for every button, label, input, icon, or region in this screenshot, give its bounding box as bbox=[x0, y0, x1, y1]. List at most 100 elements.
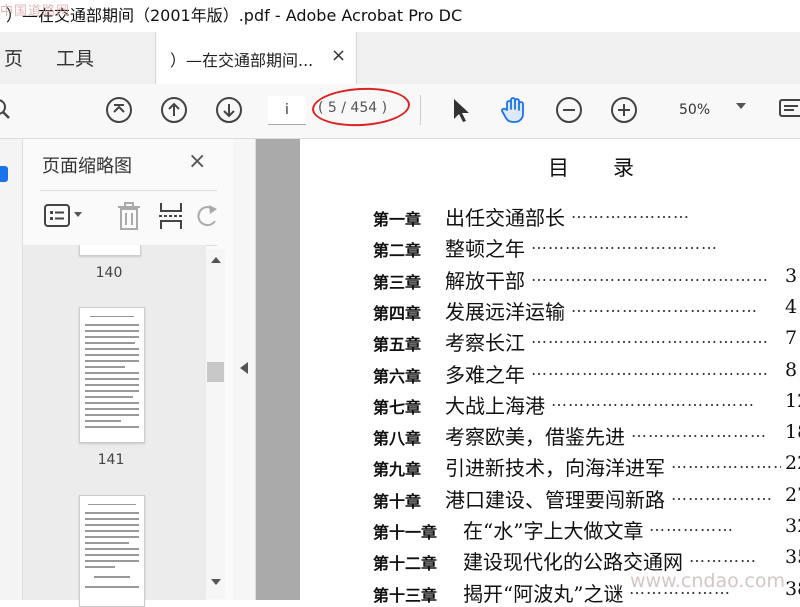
thumbnail-page-142[interactable] bbox=[79, 495, 145, 607]
toc-page-number: 27 bbox=[785, 483, 800, 506]
navigation-strip bbox=[0, 139, 23, 600]
toc-chapter-title: 大战上海港 bbox=[445, 393, 545, 418]
toc-leader: ………………… bbox=[671, 453, 781, 473]
zoom-dropdown-icon[interactable] bbox=[736, 103, 746, 109]
toc-chapter-number: 第七章 bbox=[373, 397, 422, 417]
toc-chapter-title: 揭开“阿波丸”之谜 bbox=[463, 581, 624, 606]
toc-entry[interactable]: 第九章 引进新技术，向海洋进军 …………………22 bbox=[373, 451, 800, 481]
toc-chapter-number: 第五章 bbox=[373, 335, 422, 355]
toc-page-number: 12 bbox=[785, 389, 800, 412]
toc-entry[interactable]: 第六章 多难之年 …………………………………… 8 bbox=[373, 358, 800, 388]
toc-entry[interactable]: 第十一章 在“水”字上大做文章 …………… 32 bbox=[373, 514, 800, 544]
toc-chapter-title: 港口建设、管理要闯新路 bbox=[445, 487, 665, 512]
thumbnail-label: 140 bbox=[95, 265, 123, 281]
window-title: ）—在交通部期间（2001年版）.pdf - Adobe Acrobat Pro… bbox=[6, 6, 463, 25]
toc-leader: ………………… bbox=[571, 203, 690, 222]
thumbnails-list: 140 141 bbox=[23, 245, 206, 607]
toc-leader: …………………………… bbox=[571, 296, 758, 316]
toc-entry[interactable]: 第七章 大战上海港 ……………………………… 12 bbox=[373, 389, 800, 419]
toc-page-number: 32 bbox=[785, 515, 800, 537]
scroll-down-icon[interactable] bbox=[211, 579, 221, 585]
toc-chapter-number: 第六章 bbox=[373, 366, 422, 386]
thumbnail-page-140[interactable] bbox=[79, 245, 141, 256]
toc-entry[interactable]: 第八章 考察欧美，借鉴先进 …………………… 18 bbox=[373, 420, 800, 450]
toc-page-number: 8 bbox=[785, 358, 798, 381]
zoom-select[interactable]: 50% bbox=[670, 96, 750, 124]
toc-chapter-title: 发展远洋运输 bbox=[445, 299, 565, 324]
tab-document-label: ）—在交通部期间... bbox=[170, 51, 314, 70]
toolbar-divider bbox=[420, 95, 421, 125]
options-dropdown-icon[interactable] bbox=[74, 212, 82, 217]
toc-page-number: 38 bbox=[785, 577, 800, 600]
toc-chapter-title: 多难之年 bbox=[445, 362, 525, 387]
comment-icon[interactable] bbox=[776, 95, 800, 125]
toc-leader: …………………………………… bbox=[531, 359, 769, 379]
tab-close-icon[interactable]: × bbox=[331, 45, 346, 66]
toc-chapter-number: 第十二章 bbox=[373, 554, 438, 574]
toc-page-number: 4 bbox=[785, 295, 798, 318]
toc-entry[interactable]: 第五章 考察长江 …………………………………… 7 bbox=[373, 326, 800, 356]
next-page-icon[interactable] bbox=[214, 95, 244, 125]
hand-tool-icon[interactable] bbox=[499, 95, 529, 125]
zoom-in-icon[interactable] bbox=[609, 95, 639, 125]
toc-page-number: 3 bbox=[785, 264, 798, 287]
panel-close-icon[interactable]: × bbox=[188, 149, 206, 174]
search-icon[interactable] bbox=[0, 95, 20, 125]
split-page-icon[interactable] bbox=[157, 201, 185, 231]
tab-tools[interactable]: 工具 bbox=[56, 44, 94, 71]
toc-leader: …………………………………… bbox=[531, 265, 769, 285]
toc-entry[interactable]: 第一章 出任交通部长 ………………… bbox=[373, 201, 800, 231]
toc-entry[interactable]: 第三章 解放干部 …………………………………… 3 bbox=[373, 264, 800, 294]
toc-chapter-number: 第一章 bbox=[373, 210, 422, 229]
toc-page-number: 22 bbox=[785, 452, 800, 475]
toc-leader: …………… bbox=[649, 516, 734, 535]
rotate-icon[interactable] bbox=[197, 203, 219, 229]
page-number-input[interactable]: i bbox=[268, 96, 306, 125]
toc-chapter-number: 第三章 bbox=[373, 272, 422, 292]
panel-toolbar bbox=[40, 190, 217, 246]
toc-entry[interactable]: 第四章 发展远洋运输 …………………………… 4 bbox=[373, 295, 800, 325]
toc-chapter-title: 整顿之年 bbox=[445, 237, 525, 262]
first-page-icon[interactable] bbox=[104, 95, 134, 125]
toc-leader: …………………………… bbox=[531, 234, 718, 254]
watermark-top-left: 中国道路网 bbox=[0, 4, 71, 19]
tab-document[interactable]: ）—在交通部期间... × bbox=[155, 32, 357, 85]
scroll-up-icon[interactable] bbox=[211, 257, 221, 263]
toc-leader: …………………………………… bbox=[531, 328, 769, 348]
toc-entry[interactable]: 第十章 港口建设、管理要闯新路 ……………… 27 bbox=[373, 483, 800, 513]
zoom-out-icon[interactable] bbox=[554, 95, 584, 125]
toc-leader: ……………………………… bbox=[551, 390, 755, 410]
thumbnail-options-icon[interactable] bbox=[44, 203, 72, 229]
thumbnail-page-141[interactable] bbox=[79, 307, 145, 443]
toc-leader: ………… bbox=[689, 547, 757, 567]
zoom-value: 50% bbox=[679, 102, 711, 118]
previous-page-icon[interactable] bbox=[159, 95, 189, 125]
document-gutter bbox=[256, 139, 300, 600]
collapse-arrow-icon[interactable] bbox=[240, 362, 248, 374]
toc-title: 目录 bbox=[548, 156, 678, 180]
toc-page-number: 18 bbox=[785, 421, 800, 444]
panel-title: 页面缩略图 bbox=[42, 156, 132, 177]
toc-chapter-number: 第二章 bbox=[373, 241, 422, 261]
active-panel-indicator bbox=[0, 166, 8, 182]
delete-icon[interactable] bbox=[116, 201, 142, 231]
thumbnails-scrollbar[interactable] bbox=[206, 249, 225, 599]
scrollbar-thumb[interactable] bbox=[207, 362, 224, 382]
toc-chapter-title: 在“水”字上大做文章 bbox=[463, 519, 644, 543]
toc-chapter-number: 第九章 bbox=[373, 460, 422, 480]
select-tool-icon[interactable] bbox=[446, 95, 476, 125]
tab-bar: 页 工具 ）—在交通部期间... × bbox=[0, 32, 800, 85]
toc-chapter-title: 出任交通部长 bbox=[445, 206, 565, 230]
toc-leader: …………………… bbox=[631, 422, 767, 442]
toc-chapter-number: 第十一章 bbox=[373, 523, 438, 542]
toc-page-number: 35 bbox=[785, 546, 800, 569]
toc-chapter-number: 第十三章 bbox=[373, 585, 438, 605]
tab-home[interactable]: 页 bbox=[4, 44, 23, 71]
toc-chapter-title: 引进新技术，向海洋进军 bbox=[445, 456, 665, 481]
toc-chapter-number: 第八章 bbox=[373, 429, 422, 449]
toc-chapter-title: 考察长江 bbox=[445, 331, 525, 356]
watermark-bottom-right: www.cndao.com bbox=[630, 570, 786, 592]
thumbnail-label: 141 bbox=[97, 452, 125, 468]
toc-chapter-title: 解放干部 bbox=[445, 268, 525, 293]
toc-entry[interactable]: 第二章 整顿之年 …………………………… bbox=[373, 232, 800, 262]
